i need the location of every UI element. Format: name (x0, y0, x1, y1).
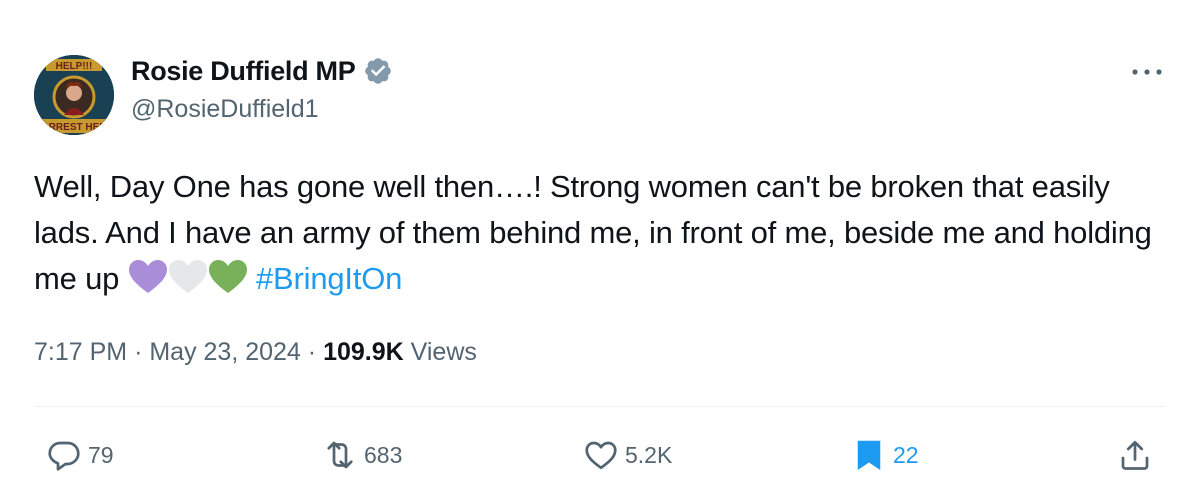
share-button[interactable] (1117, 430, 1153, 480)
like-button[interactable]: 5.2K (583, 430, 672, 480)
views-label: Views (410, 338, 477, 366)
tweet-card: HELP!!! ARREST HER Rosie Duffield MP @Ro… (0, 0, 1202, 498)
verified-badge-icon (365, 58, 392, 84)
avatar[interactable]: HELP!!! ARREST HER (34, 55, 114, 135)
tweet-text: Well, Day One has gone well then….! Stro… (34, 164, 1174, 302)
divider (34, 406, 1166, 407)
repost-button[interactable]: 683 (322, 430, 402, 480)
white-heart-icon (168, 260, 207, 293)
tweet-meta: 7:17 PM · May 23, 2024 · 109.9K Views (34, 338, 477, 367)
repost-count: 683 (364, 441, 403, 468)
author-name-row[interactable]: Rosie Duffield MP (131, 56, 393, 86)
hashtag-link[interactable]: #BringItOn (256, 261, 402, 296)
author-handle[interactable]: @RosieDuffield1 (131, 95, 319, 124)
bookmark-count: 22 (893, 441, 919, 468)
meta-separator: · (134, 338, 143, 366)
tweet-time[interactable]: 7:17 PM (34, 338, 127, 366)
green-heart-icon (208, 260, 247, 293)
tweet-date[interactable]: May 23, 2024 (149, 338, 301, 366)
repost-icon (327, 441, 353, 469)
views-count: 109.9K (323, 338, 404, 366)
avatar-top-text: HELP!!! (56, 61, 93, 72)
reply-button[interactable]: 79 (46, 430, 114, 480)
bookmark-button[interactable]: 22 (851, 430, 919, 480)
action-bar: 79 683 5.2K 22 (0, 430, 1202, 480)
avatar-bottom-text: ARREST HER (41, 122, 107, 133)
reply-icon (48, 441, 80, 471)
share-icon (1121, 440, 1149, 470)
reply-count: 79 (88, 441, 114, 468)
author-name[interactable]: Rosie Duffield MP (131, 56, 356, 87)
meta-separator: · (307, 338, 317, 366)
purple-heart-icon (128, 260, 167, 293)
bookmark-icon (857, 440, 881, 470)
more-options-icon[interactable] (1128, 58, 1166, 86)
like-icon (585, 441, 617, 470)
like-count: 5.2K (625, 441, 673, 468)
